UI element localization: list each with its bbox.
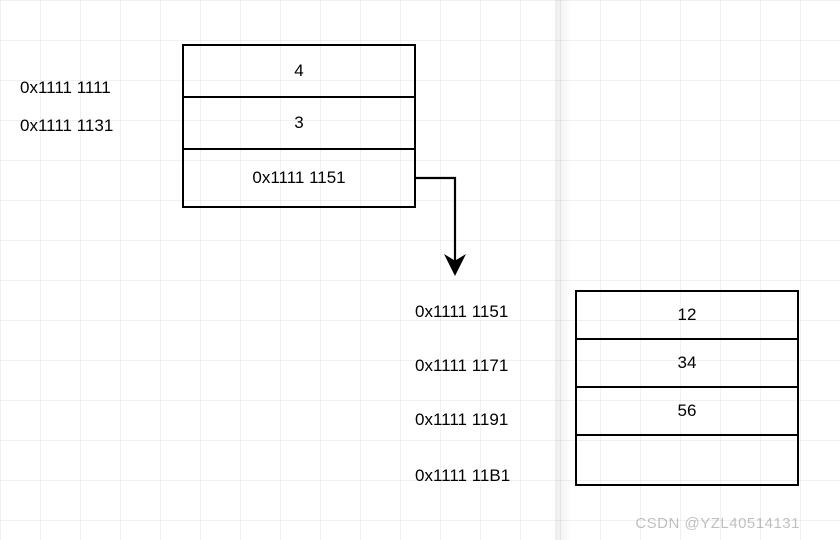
- watermark-text: CSDN @YZL40514131: [635, 515, 800, 532]
- diagram-stage: 0x1111 1111 0x1111 1131 4 3 0x1111 1151 …: [0, 0, 840, 540]
- pointer-arrow: [0, 0, 840, 540]
